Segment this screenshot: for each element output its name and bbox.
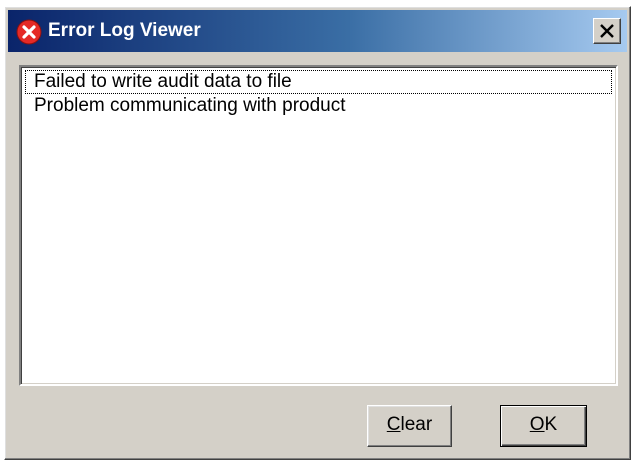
ok-button[interactable]: OK	[500, 405, 587, 447]
clear-button-label: lear	[400, 414, 433, 435]
error-icon	[16, 19, 42, 45]
title-bar[interactable]: Error Log Viewer	[8, 10, 627, 52]
close-button[interactable]	[593, 18, 621, 44]
window-title: Error Log Viewer	[48, 20, 201, 41]
list-item[interactable]: Failed to write audit data to file	[25, 70, 612, 94]
clear-button-mnemonic: C	[386, 414, 401, 435]
close-icon	[600, 24, 614, 38]
ok-button-label: K	[544, 414, 558, 435]
clear-button[interactable]: Clear	[367, 405, 452, 447]
error-log-list[interactable]: Failed to write audit data to file Probl…	[19, 65, 618, 386]
error-log-viewer-window: Error Log Viewer Failed to write audit d…	[4, 6, 631, 460]
ok-button-mnemonic: O	[529, 414, 545, 435]
list-item[interactable]: Problem communicating with product	[25, 94, 612, 118]
